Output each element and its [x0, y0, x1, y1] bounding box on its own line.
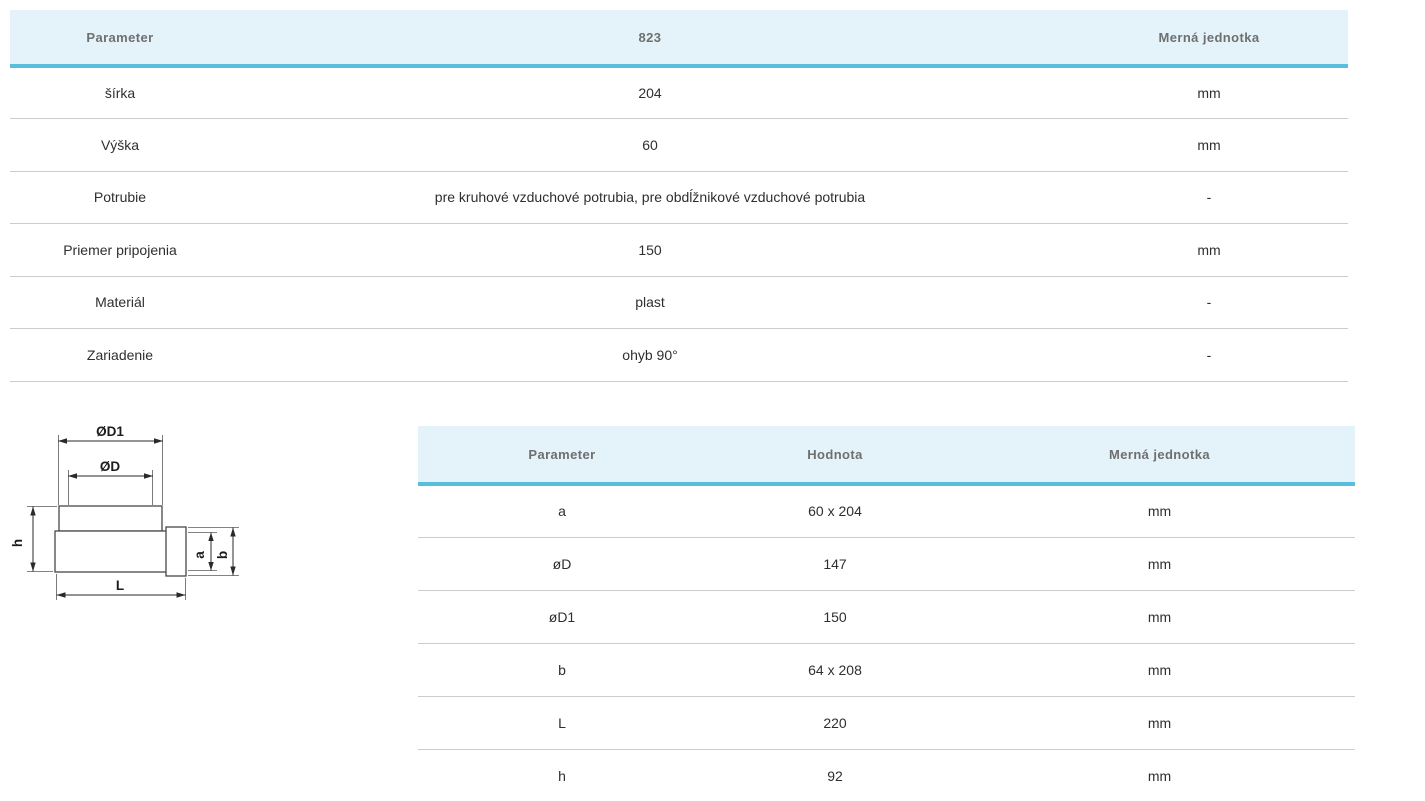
column-header-value: Hodnota	[706, 426, 964, 486]
cell-unit: mm	[1070, 66, 1348, 119]
cell-parameter: Zariadenie	[10, 328, 230, 382]
elbow-dimension-diagram: ØD1 ØD h a b L	[10, 424, 239, 600]
table-row: Materiál plast -	[10, 276, 1348, 329]
cell-parameter: øD1	[418, 590, 706, 644]
cell-parameter: Priemer pripojenia	[10, 223, 230, 277]
product-dimensions-table: Parameter Hodnota Merná jednotka a 60 x …	[418, 426, 1355, 801]
cell-unit: mm	[964, 590, 1355, 644]
column-header-parameter: Parameter	[10, 10, 230, 68]
table-row: L 220 mm	[418, 696, 1355, 750]
table-row: b 64 x 208 mm	[418, 643, 1355, 697]
cell-unit: -	[1070, 328, 1348, 382]
product-spec-table: Parameter 823 Merná jednotka šírka 204 m…	[10, 10, 1348, 382]
cell-value: 147	[706, 537, 964, 591]
dim-label-d1: ØD1	[96, 424, 124, 439]
cell-parameter: Materiál	[10, 276, 230, 329]
cell-unit: mm	[964, 749, 1355, 801]
cell-value: 220	[706, 696, 964, 750]
table-row: øD 147 mm	[418, 537, 1355, 591]
column-header-parameter: Parameter	[418, 426, 706, 486]
cell-value: ohyb 90°	[230, 328, 1070, 382]
dim-label-d: ØD	[100, 459, 121, 474]
cell-unit: mm	[964, 696, 1355, 750]
table-row: Výška 60 mm	[10, 118, 1348, 172]
table-row: a 60 x 204 mm	[418, 484, 1355, 538]
cell-value: 64 x 208	[706, 643, 964, 697]
cell-value: 60	[230, 118, 1070, 172]
cell-unit: mm	[1070, 223, 1348, 277]
cell-value: pre kruhové vzduchové potrubia, pre obdĺ…	[230, 171, 1070, 224]
cell-value: 92	[706, 749, 964, 801]
column-header-823: 823	[230, 10, 1070, 68]
cell-parameter: h	[418, 749, 706, 801]
cell-unit: mm	[964, 643, 1355, 697]
table-row: h 92 mm	[418, 749, 1355, 801]
table-header-row: Parameter Hodnota Merná jednotka	[418, 426, 1355, 486]
cell-value: 150	[706, 590, 964, 644]
cell-parameter: a	[418, 484, 706, 538]
table-row: Priemer pripojenia 150 mm	[10, 223, 1348, 277]
cell-value: 60 x 204	[706, 484, 964, 538]
dim-label-b: b	[215, 551, 230, 559]
cell-parameter: Potrubie	[10, 171, 230, 224]
dim-label-l: L	[116, 578, 124, 593]
cell-unit: -	[1070, 276, 1348, 329]
cell-parameter: šírka	[10, 66, 230, 119]
dim-label-a: a	[192, 551, 207, 559]
cell-value: plast	[230, 276, 1070, 329]
table-row: šírka 204 mm	[10, 66, 1348, 119]
column-header-unit: Merná jednotka	[1070, 10, 1348, 68]
cell-unit: mm	[964, 484, 1355, 538]
cell-value: 204	[230, 66, 1070, 119]
cell-unit: mm	[964, 537, 1355, 591]
cell-parameter: øD	[418, 537, 706, 591]
dim-label-h: h	[10, 539, 25, 547]
cell-parameter: L	[418, 696, 706, 750]
flat-flange-outline	[165, 526, 187, 577]
table-row: Zariadenie ohyb 90° -	[10, 328, 1348, 382]
cell-parameter: b	[418, 643, 706, 697]
technical-drawing: ØD1 ØD h a b L	[10, 408, 255, 618]
elbow-body-outline	[54, 530, 181, 573]
column-header-unit: Merná jednotka	[964, 426, 1355, 486]
round-spigot-outline	[58, 505, 163, 532]
cell-parameter: Výška	[10, 118, 230, 172]
table-row: øD1 150 mm	[418, 590, 1355, 644]
cell-value: 150	[230, 223, 1070, 277]
cell-unit: mm	[1070, 118, 1348, 172]
cell-unit: -	[1070, 171, 1348, 224]
table-header-row: Parameter 823 Merná jednotka	[10, 10, 1348, 68]
table-row: Potrubie pre kruhové vzduchové potrubia,…	[10, 171, 1348, 224]
